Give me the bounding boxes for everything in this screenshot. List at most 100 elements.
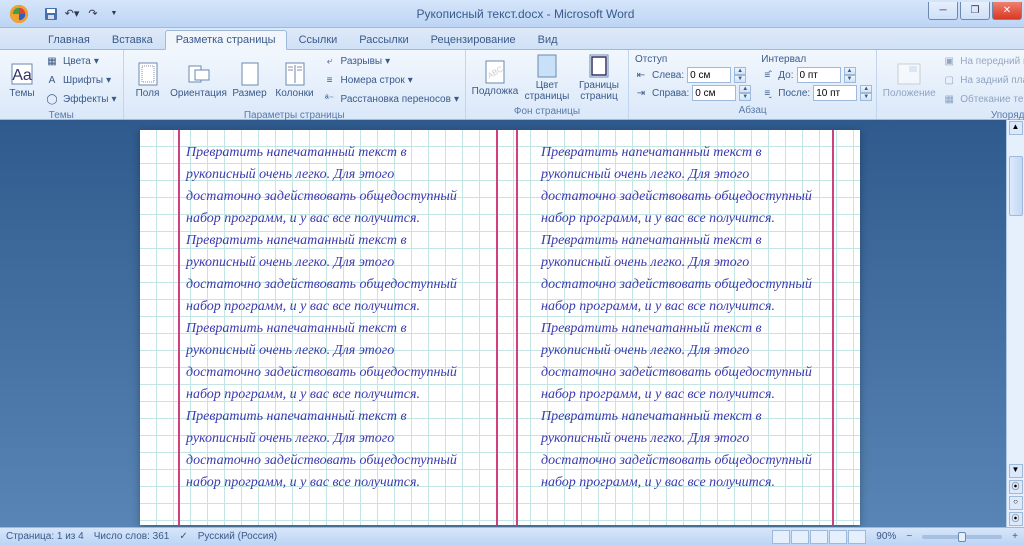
group-paragraph: Отступ ⇤Слева:▲▼ ⇥Справа:▲▼ Интервал ≡̂Д… <box>629 50 877 119</box>
size-icon <box>238 62 262 86</box>
status-bar: Страница: 1 из 4 Число слов: 361 ✓ Русск… <box>0 527 1024 545</box>
spacing-before[interactable]: ≡̂До:▲▼ <box>759 67 872 83</box>
group-arrange: Положение ▣На передний план ▾ ▢На задний… <box>877 50 1024 119</box>
spacing-after-input[interactable] <box>813 85 857 101</box>
tab-home[interactable]: Главная <box>38 31 100 49</box>
margins-button[interactable]: Поля <box>128 54 168 106</box>
indent-label: Отступ <box>633 54 751 65</box>
zoom-slider[interactable] <box>922 535 1002 539</box>
status-page[interactable]: Страница: 1 из 4 <box>6 531 84 542</box>
view-draft[interactable] <box>848 530 866 544</box>
quick-access-toolbar: ↶▾ ↷ ▼ <box>42 5 123 23</box>
send-back-icon: ▢ <box>941 72 957 88</box>
spacing-before-input[interactable] <box>797 67 841 83</box>
tab-page-layout[interactable]: Разметка страницы <box>165 30 287 50</box>
svg-text:Aa: Aa <box>12 67 32 84</box>
send-back-button[interactable]: ▢На задний план ▾ <box>939 71 1024 89</box>
watermark-icon: ABC <box>483 60 507 84</box>
status-words[interactable]: Число слов: 361 <box>94 531 170 542</box>
vertical-scrollbar[interactable]: ▲ ▼ ⦿ ○ ⦿ <box>1006 120 1024 527</box>
size-button[interactable]: Размер <box>230 54 270 106</box>
columns-button[interactable]: Колонки <box>272 54 318 106</box>
save-icon[interactable] <box>42 5 60 23</box>
zoom-out-button[interactable]: − <box>906 531 912 542</box>
breaks-button[interactable]: ⤶Разрывы ▾ <box>320 52 461 70</box>
document-text-column-1[interactable]: Превратить напечатанный текст в рукописн… <box>186 142 471 494</box>
spacing-label: Интервал <box>759 54 872 65</box>
page-color-icon <box>535 54 559 78</box>
view-outline[interactable] <box>829 530 847 544</box>
wrap-button[interactable]: ▦Обтекание текстом ▾ <box>939 90 1024 108</box>
spacing-after[interactable]: ≡̬После:▲▼ <box>759 85 872 101</box>
margins-icon <box>136 62 160 86</box>
tab-insert[interactable]: Вставка <box>102 31 163 49</box>
effects-button[interactable]: ◯Эффекты ▾ <box>42 90 119 108</box>
tab-references[interactable]: Ссылки <box>289 31 348 49</box>
group-label-page-bg: Фон страницы <box>466 106 628 119</box>
status-language[interactable]: Русский (Россия) <box>198 531 277 542</box>
zoom-level[interactable]: 90% <box>876 531 896 542</box>
borders-icon <box>587 54 611 78</box>
indent-left-icon: ⇤ <box>633 67 649 83</box>
status-proofing-icon[interactable]: ✓ <box>179 531 187 542</box>
view-buttons <box>772 530 866 544</box>
breaks-icon: ⤶ <box>322 53 338 69</box>
undo-icon[interactable]: ↶▾ <box>63 5 81 23</box>
spacing-after-icon: ≡̬ <box>759 85 775 101</box>
window-title: Рукописный текст.docx - Microsoft Word <box>123 7 928 21</box>
tab-view[interactable]: Вид <box>528 31 568 49</box>
fonts-icon: A <box>44 72 60 88</box>
orientation-icon <box>187 62 211 86</box>
columns-icon <box>283 62 307 86</box>
title-bar: ↶▾ ↷ ▼ Рукописный текст.docx - Microsoft… <box>0 0 1024 28</box>
minimize-button[interactable]: ─ <box>928 2 958 20</box>
indent-left[interactable]: ⇤Слева:▲▼ <box>633 67 751 83</box>
orientation-button[interactable]: Ориентация <box>170 54 228 106</box>
line-numbers-button[interactable]: ≡Номера строк ▾ <box>320 71 461 89</box>
page-borders-button[interactable]: Границы страниц <box>574 52 624 104</box>
fonts-button[interactable]: AШрифты ▾ <box>42 71 119 89</box>
line-numbers-icon: ≡ <box>322 72 338 88</box>
group-themes: Aa Темы ▦Цвета ▾ AШрифты ▾ ◯Эффекты ▾ Те… <box>0 50 124 119</box>
page-color-button[interactable]: Цвет страницы <box>522 52 572 104</box>
scroll-up-icon[interactable]: ▲ <box>1009 121 1023 135</box>
document-text-column-2[interactable]: Превратить напечатанный текст в рукописн… <box>541 142 826 494</box>
group-page-setup: Поля Ориентация Размер Колонки ⤶Разрывы … <box>124 50 466 119</box>
zoom-in-button[interactable]: + <box>1012 531 1018 542</box>
tab-review[interactable]: Рецензирование <box>421 31 526 49</box>
tab-mailings[interactable]: Рассылки <box>349 31 418 49</box>
indent-right-icon: ⇥ <box>633 85 649 101</box>
bring-front-button[interactable]: ▣На передний план ▾ <box>939 52 1024 70</box>
hyphenation-icon: ª⁻ <box>322 91 338 107</box>
colors-icon: ▦ <box>44 53 60 69</box>
browse-next-icon[interactable]: ⦿ <box>1009 512 1023 526</box>
office-button[interactable] <box>0 0 38 28</box>
position-icon <box>897 62 921 86</box>
colors-button[interactable]: ▦Цвета ▾ <box>42 52 119 70</box>
maximize-button[interactable]: ❐ <box>960 2 990 20</box>
close-button[interactable]: ✕ <box>992 2 1022 20</box>
themes-button[interactable]: Aa Темы <box>4 54 40 106</box>
browse-prev-icon[interactable]: ⦿ <box>1009 480 1023 494</box>
view-full-screen[interactable] <box>791 530 809 544</box>
scroll-thumb[interactable] <box>1009 156 1023 216</box>
watermark-button[interactable]: ABCПодложка <box>470 52 520 104</box>
document-page[interactable]: Превратить напечатанный текст в рукописн… <box>140 130 860 525</box>
wrap-icon: ▦ <box>941 91 957 107</box>
group-label-paragraph: Абзац <box>629 105 876 119</box>
position-button[interactable]: Положение <box>881 54 937 106</box>
spacing-before-icon: ≡̂ <box>759 67 775 83</box>
indent-right[interactable]: ⇥Справа:▲▼ <box>633 85 751 101</box>
indent-right-input[interactable] <box>692 85 736 101</box>
indent-left-input[interactable] <box>687 67 731 83</box>
qat-dropdown-icon[interactable]: ▼ <box>105 5 123 23</box>
ribbon: Aa Темы ▦Цвета ▾ AШрифты ▾ ◯Эффекты ▾ Те… <box>0 50 1024 120</box>
view-web-layout[interactable] <box>810 530 828 544</box>
redo-icon[interactable]: ↷ <box>84 5 102 23</box>
browse-object-icon[interactable]: ○ <box>1009 496 1023 510</box>
hyphenation-button[interactable]: ª⁻Расстановка переносов ▾ <box>320 90 461 108</box>
bring-front-icon: ▣ <box>941 53 957 69</box>
view-print-layout[interactable] <box>772 530 790 544</box>
scroll-down-icon[interactable]: ▼ <box>1009 464 1023 478</box>
ribbon-tabs: Главная Вставка Разметка страницы Ссылки… <box>0 28 1024 50</box>
